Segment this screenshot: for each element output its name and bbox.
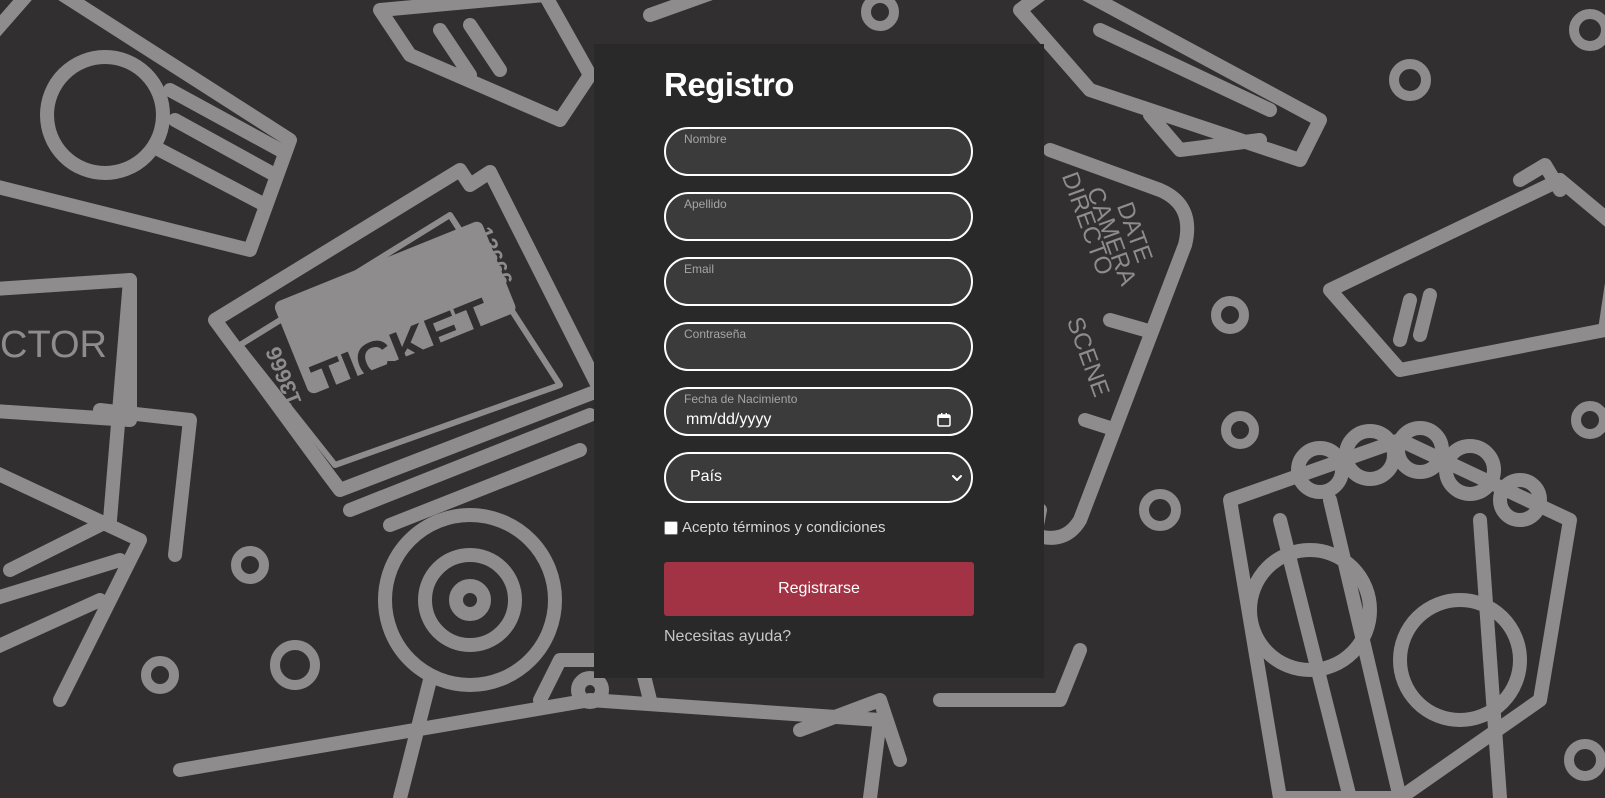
3d-glasses-icon-right (1323, 158, 1605, 377)
chevron-down-icon (952, 475, 962, 481)
clapper-word-scene: SCENE (1061, 313, 1115, 400)
help-link[interactable]: Necesitas ayuda? (664, 628, 791, 646)
popcorn-icon (0, 0, 297, 257)
apellido-label: Apellido (684, 197, 727, 211)
popcorn-bucket-icon (1223, 421, 1577, 798)
apellido-input[interactable] (684, 214, 954, 234)
birthdate-field[interactable]: Fecha de Nacimiento mm/dd/yyyy (664, 387, 973, 436)
email-label: Email (684, 262, 715, 276)
registration-panel: Registro Nombre Apellido Email Contraseñ… (594, 44, 1044, 678)
nombre-field[interactable]: Nombre (664, 127, 973, 176)
password-input[interactable] (684, 344, 954, 364)
film-reel-icon (378, 508, 562, 798)
password-field[interactable]: Contraseña (664, 322, 973, 371)
chair-label: CTOR (0, 324, 107, 366)
birthdate-label: Fecha de Nacimiento (684, 392, 798, 406)
country-select[interactable]: País (664, 452, 973, 503)
nombre-label: Nombre (684, 132, 727, 146)
password-label: Contraseña (684, 327, 747, 341)
megaphone-icon (1013, 0, 1327, 167)
calendar-icon[interactable] (937, 413, 951, 427)
birthdate-input[interactable]: mm/dd/yyyy (686, 411, 771, 429)
page-title: Registro (664, 66, 794, 103)
terms-label[interactable]: Acepto términos y condiciones (682, 519, 885, 536)
nombre-input[interactable] (684, 149, 954, 169)
terms-checkbox[interactable] (664, 521, 678, 535)
email-field[interactable]: Email (664, 257, 973, 306)
email-input[interactable] (684, 279, 954, 299)
country-select-value: País (690, 468, 723, 485)
register-button[interactable]: Registrarse (664, 562, 974, 616)
apellido-field[interactable]: Apellido (664, 192, 973, 241)
